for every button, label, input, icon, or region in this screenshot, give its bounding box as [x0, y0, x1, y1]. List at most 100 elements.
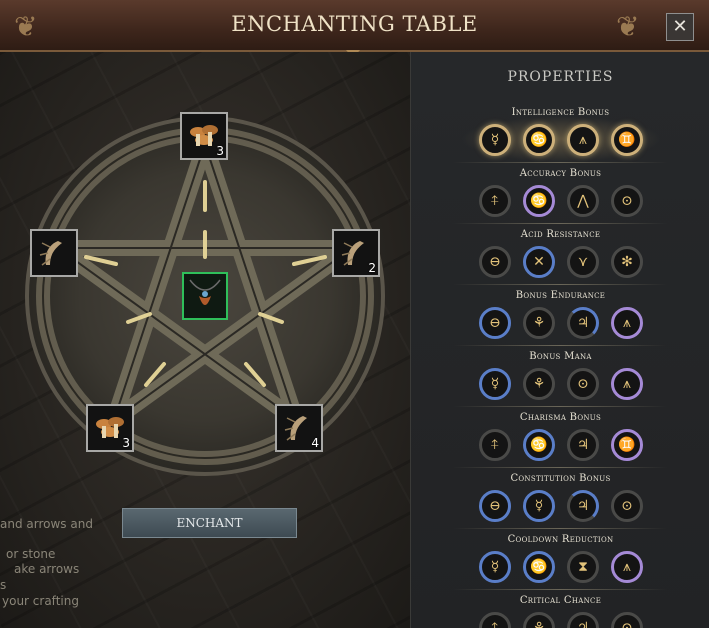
- rune-glyph-icon: ⊖: [489, 498, 501, 514]
- rune-glyph-icon: ⩚: [623, 376, 631, 392]
- properties-title: PROPERTIES: [507, 69, 614, 85]
- rune-button[interactable]: ⍏: [479, 185, 511, 217]
- rune-glyph-icon: ⍏: [490, 437, 500, 453]
- rune-button[interactable]: ⚘: [523, 612, 555, 628]
- rune-glyph-icon: ⊙: [621, 498, 633, 514]
- category-divider: [453, 406, 667, 407]
- rune-button[interactable]: ⧗: [567, 551, 599, 583]
- rune-button[interactable]: ♋: [523, 429, 555, 461]
- rune-glyph-icon: ♃: [576, 315, 590, 331]
- slot-top[interactable]: 3: [180, 112, 228, 160]
- item-count: 2: [368, 261, 376, 275]
- rune-glyph-icon: ⚘: [532, 376, 546, 392]
- rune-glyph-icon: ♋: [530, 193, 548, 209]
- category-divider: [453, 467, 667, 468]
- background-text-line: s: [0, 578, 7, 592]
- rune-button[interactable]: ♃: [567, 612, 599, 628]
- rune-glyph-icon: ♃: [576, 620, 590, 628]
- slot-left[interactable]: [30, 229, 78, 277]
- rune-button[interactable]: ☿: [523, 490, 555, 522]
- rune-glyph-icon: ♊: [618, 437, 636, 453]
- rune-glyph-icon: ⚘: [532, 620, 546, 628]
- close-button[interactable]: ✕: [666, 13, 694, 41]
- rune-glyph-icon: ⍏: [490, 620, 500, 628]
- rune-glyph-icon: ⩚: [623, 315, 631, 331]
- rune-glyph-icon: ⋎: [577, 254, 589, 270]
- rune-glyph-icon: ☿: [534, 498, 544, 514]
- rune-button[interactable]: ⊙: [611, 612, 643, 628]
- rune-glyph-icon: ✻: [621, 254, 633, 270]
- item-count: 3: [122, 436, 130, 450]
- rune-button[interactable]: ☿: [479, 124, 511, 156]
- rune-glyph-icon: ⧗: [578, 559, 588, 575]
- rune-button[interactable]: ✕: [523, 246, 555, 278]
- rune-glyph-icon: ♋: [530, 132, 548, 148]
- background-text-line: your crafting: [2, 594, 79, 608]
- rune-button[interactable]: ⋀: [567, 185, 599, 217]
- property-category-label: Constitution Bonus: [510, 473, 611, 484]
- property-category-label: Bonus Mana: [529, 351, 592, 362]
- category-divider: [453, 345, 667, 346]
- center-item-slot[interactable]: [182, 272, 228, 320]
- slot-bottom-right[interactable]: 4: [275, 404, 323, 452]
- rune-glyph-icon: ⊙: [621, 193, 633, 209]
- rune-button[interactable]: ♃: [567, 490, 599, 522]
- property-category-label: Accuracy Bonus: [519, 168, 602, 179]
- window-title: ENCHANTING TABLE: [231, 12, 478, 36]
- rune-glyph-icon: ⩚: [579, 132, 587, 148]
- rune-button[interactable]: ⊖: [479, 307, 511, 339]
- category-divider: [453, 284, 667, 285]
- rune-button[interactable]: ☿: [479, 368, 511, 400]
- rune-button[interactable]: ♋: [523, 551, 555, 583]
- rune-glyph-icon: ⊖: [489, 254, 501, 270]
- rune-glyph-icon: ☿: [490, 559, 500, 575]
- rune-button[interactable]: ⩚: [611, 368, 643, 400]
- property-category-label: Charisma Bonus: [519, 412, 602, 423]
- rune-button[interactable]: ⩚: [611, 307, 643, 339]
- rune-button[interactable]: ⊙: [611, 490, 643, 522]
- rune-button[interactable]: ♊: [611, 124, 643, 156]
- property-category-label: Critical Chance: [519, 595, 602, 606]
- category-divider: [453, 528, 667, 529]
- rune-button[interactable]: ⊙: [567, 368, 599, 400]
- rune-glyph-icon: ☿: [490, 376, 500, 392]
- rune-button[interactable]: ♃: [567, 429, 599, 461]
- rune-button[interactable]: ⍏: [479, 429, 511, 461]
- rune-button[interactable]: ♊: [611, 429, 643, 461]
- slot-bottom-left[interactable]: 3: [86, 404, 134, 452]
- category-divider: [453, 223, 667, 224]
- rune-glyph-icon: ♃: [576, 498, 590, 514]
- slot-right[interactable]: 2: [332, 229, 380, 277]
- rune-button[interactable]: ⍏: [479, 612, 511, 628]
- rune-button[interactable]: ⊖: [479, 490, 511, 522]
- rune-button[interactable]: ⋎: [567, 246, 599, 278]
- rune-button[interactable]: ⊖: [479, 246, 511, 278]
- rune-button[interactable]: ✻: [611, 246, 643, 278]
- enchant-button[interactable]: ENCHANT: [122, 508, 297, 538]
- rune-button[interactable]: ⚘: [523, 307, 555, 339]
- property-category-label: Acid Resistance: [520, 229, 601, 240]
- rune-button[interactable]: ⩚: [611, 551, 643, 583]
- header-ornament-right-icon: ❦: [616, 10, 640, 43]
- rune-glyph-icon: ⋀: [577, 193, 589, 209]
- background-text-line: ake arrows: [14, 562, 80, 576]
- rune-glyph-icon: ♃: [576, 437, 590, 453]
- rune-button[interactable]: ♋: [523, 185, 555, 217]
- rune-button[interactable]: ♋: [523, 124, 555, 156]
- rune-button[interactable]: ⩚: [567, 124, 599, 156]
- rune-glyph-icon: ⊙: [621, 620, 633, 628]
- rune-button[interactable]: ☿: [479, 551, 511, 583]
- window-header: ❦ ENCHANTING TABLE ❦ ✕: [0, 0, 709, 52]
- rune-glyph-icon: ⊖: [489, 315, 501, 331]
- property-category-label: Cooldown Reduction: [507, 534, 614, 545]
- rune-glyph-icon: ☿: [490, 132, 500, 148]
- rune-glyph-icon: ⩚: [623, 559, 631, 575]
- rune-glyph-icon: ✕: [533, 254, 545, 270]
- property-category-label: Intelligence Bonus: [511, 107, 610, 118]
- rune-glyph-icon: ♋: [530, 437, 548, 453]
- category-divider: [453, 589, 667, 590]
- rune-button[interactable]: ⊙: [611, 185, 643, 217]
- rune-button[interactable]: ⚘: [523, 368, 555, 400]
- item-count: 4: [311, 436, 319, 450]
- rune-button[interactable]: ♃: [567, 307, 599, 339]
